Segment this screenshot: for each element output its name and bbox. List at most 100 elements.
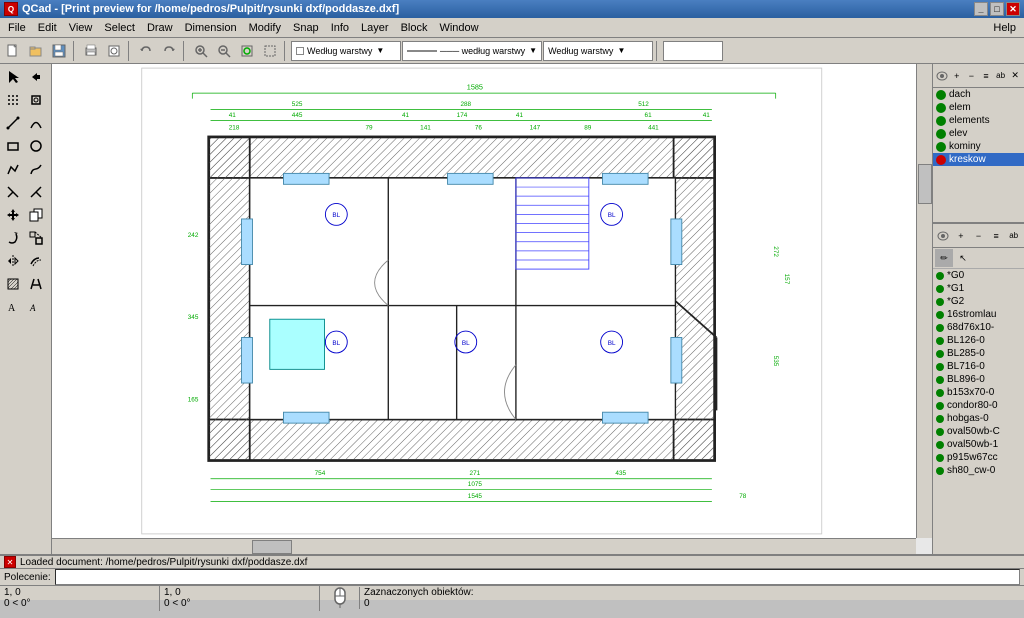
block-item-g0[interactable]: *G0	[933, 269, 1024, 282]
block-add-button[interactable]: +	[953, 227, 970, 245]
layer-eye-button[interactable]	[935, 67, 949, 85]
menu-snap[interactable]: Snap	[287, 20, 325, 36]
print-preview-button[interactable]	[103, 40, 125, 62]
block-item-hobgas[interactable]: hobgas-0	[933, 412, 1024, 425]
redo-button[interactable]	[158, 40, 180, 62]
layer-remove-button[interactable]: −	[965, 67, 979, 85]
layer-item-elements[interactable]: elements	[933, 114, 1024, 127]
text-button[interactable]: A	[2, 296, 24, 318]
draw-polyline-button[interactable]	[2, 158, 24, 180]
zoom-out-button[interactable]	[213, 40, 235, 62]
block-cursor-button[interactable]: ↖	[954, 249, 972, 267]
block-item-sh80-cw[interactable]: sh80_cw-0	[933, 464, 1024, 477]
draw-circle-button[interactable]	[25, 135, 47, 157]
minimize-button[interactable]: _	[974, 2, 988, 16]
zoom-in-button[interactable]	[190, 40, 212, 62]
menu-window[interactable]: Window	[433, 20, 484, 36]
layer-item-dach[interactable]: dach	[933, 88, 1024, 101]
layer-menu-button[interactable]: ≡	[979, 67, 993, 85]
move-button[interactable]	[2, 204, 24, 226]
open-button[interactable]	[25, 40, 47, 62]
menu-draw[interactable]: Draw	[141, 20, 179, 36]
snap-endpoint-button[interactable]	[25, 89, 47, 111]
block-item-bl896[interactable]: BL896-0	[933, 373, 1024, 386]
menu-view[interactable]: View	[63, 20, 99, 36]
trim-button[interactable]	[2, 181, 24, 203]
copy-button[interactable]	[25, 204, 47, 226]
layer-ab-button[interactable]: ab	[994, 67, 1008, 85]
layer-item-kominy[interactable]: kominy	[933, 140, 1024, 153]
svg-text:535: 535	[772, 356, 779, 367]
linewidth-dropdown[interactable]: Według warstwy ▼	[543, 41, 653, 61]
block-item-bl126[interactable]: BL126-0	[933, 334, 1024, 347]
draw-line-button[interactable]	[2, 112, 24, 134]
horizontal-scrollbar-thumb[interactable]	[252, 540, 292, 554]
menu-modify[interactable]: Modify	[243, 20, 287, 36]
menu-help[interactable]: Help	[987, 20, 1022, 36]
menu-layer[interactable]: Layer	[355, 20, 395, 36]
vertical-scrollbar[interactable]	[916, 64, 932, 538]
draw-spline-button[interactable]	[25, 158, 47, 180]
draw-rect-button[interactable]	[2, 135, 24, 157]
block-item-oval50wb-c[interactable]: oval50wb-C	[933, 425, 1024, 438]
zoom-select-button[interactable]	[259, 40, 281, 62]
status-bar: ✕ Loaded document: /home/pedros/Pulpit/r…	[0, 554, 1024, 600]
block-menu-button[interactable]: ≡	[988, 227, 1005, 245]
status-close-button[interactable]: ✕	[4, 556, 16, 568]
menu-dimension[interactable]: Dimension	[179, 20, 243, 36]
undo-button[interactable]	[135, 40, 157, 62]
rotate-button[interactable]	[2, 227, 24, 249]
back-button[interactable]	[25, 66, 47, 88]
linetype-dropdown[interactable]: ─── według warstwy ▼	[402, 41, 542, 61]
select-tool-button[interactable]	[2, 66, 24, 88]
block-remove-button[interactable]: −	[970, 227, 987, 245]
block-eye-button[interactable]	[935, 227, 952, 245]
attribute-button[interactable]	[25, 273, 47, 295]
block-item-b153x70[interactable]: b153x70-0	[933, 386, 1024, 399]
menu-block[interactable]: Block	[395, 20, 434, 36]
zoom-fit-button[interactable]	[236, 40, 258, 62]
block-item-68d76x10[interactable]: 68d76x10-	[933, 321, 1024, 334]
save-button[interactable]	[48, 40, 70, 62]
block-ab-button[interactable]: ab	[1005, 227, 1022, 245]
block-item-bl716[interactable]: BL716-0	[933, 360, 1024, 373]
snap-grid-button[interactable]	[2, 89, 24, 111]
menu-file[interactable]: File	[2, 20, 32, 36]
mtext-button[interactable]: A	[25, 296, 47, 318]
left-toolbar-row-5	[2, 158, 49, 180]
svg-text:61: 61	[645, 112, 653, 119]
hatch-button[interactable]	[2, 273, 24, 295]
block-item-g1[interactable]: *G1	[933, 282, 1024, 295]
new-button[interactable]	[2, 40, 24, 62]
menu-info[interactable]: Info	[325, 20, 355, 36]
print-button[interactable]	[80, 40, 102, 62]
block-item-condor80[interactable]: condor80-0	[933, 399, 1024, 412]
polecenie-input[interactable]	[55, 569, 1020, 585]
block-item-oval50wb-1[interactable]: oval50wb-1	[933, 438, 1024, 451]
block-item-p915w67cc[interactable]: p915w67cc	[933, 451, 1024, 464]
close-button[interactable]: ✕	[1006, 2, 1020, 16]
menu-edit[interactable]: Edit	[32, 20, 63, 36]
block-item-16stromlau[interactable]: 16stromlau	[933, 308, 1024, 321]
block-item-g2[interactable]: *G2	[933, 295, 1024, 308]
layer-item-elem[interactable]: elem	[933, 101, 1024, 114]
canvas-area[interactable]: 1585 525 288 512 41 445 41 174 41 61 41 …	[52, 64, 932, 554]
layer-close-button[interactable]: ✕	[1008, 67, 1022, 85]
color-dropdown[interactable]: Według warstwy ▼	[291, 41, 401, 61]
block-pencil-button[interactable]: ✏	[935, 249, 953, 267]
scale-input[interactable]: 1:50	[663, 41, 723, 61]
horizontal-scrollbar[interactable]	[52, 538, 916, 554]
offset-button[interactable]	[25, 250, 47, 272]
layer-item-kreskow[interactable]: kreskow	[933, 153, 1024, 166]
mirror-button[interactable]	[2, 250, 24, 272]
block-item-bl285[interactable]: BL285-0	[933, 347, 1024, 360]
menu-select[interactable]: Select	[98, 20, 141, 36]
layer-item-elev[interactable]: elev	[933, 127, 1024, 140]
draw-arc-button[interactable]	[25, 112, 47, 134]
extend-button[interactable]	[25, 181, 47, 203]
color-dropdown-label: Według warstwy	[307, 46, 372, 56]
layer-add-button[interactable]: +	[950, 67, 964, 85]
vertical-scrollbar-thumb[interactable]	[918, 164, 932, 204]
scale-button[interactable]	[25, 227, 47, 249]
maximize-button[interactable]: □	[990, 2, 1004, 16]
